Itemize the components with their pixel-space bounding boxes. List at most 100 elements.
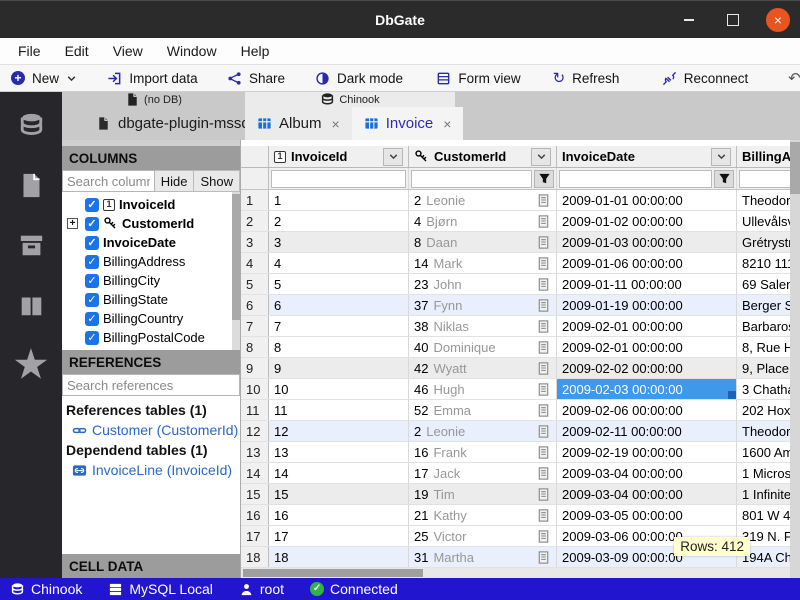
row-number[interactable]: 16: [241, 505, 269, 525]
minimize-button[interactable]: [678, 9, 700, 31]
open-reference-icon[interactable]: [536, 361, 551, 376]
checkbox-checked-icon[interactable]: ✓: [85, 331, 99, 345]
sidebar-book-icon[interactable]: [16, 290, 46, 320]
cell-billingaddress[interactable]: 69 Salem Street: [737, 274, 790, 294]
sidebar-file-icon[interactable]: [16, 170, 46, 200]
cell-customerid[interactable]: 46Hugh: [409, 379, 557, 399]
cell-invoicedate[interactable]: 2009-02-02 00:00:00: [557, 358, 737, 378]
row-number[interactable]: 6: [241, 295, 269, 315]
open-reference-icon[interactable]: [536, 550, 551, 565]
column-menu-button[interactable]: [711, 148, 731, 166]
column-menu-button[interactable]: [383, 148, 403, 166]
column-header-billingaddress[interactable]: BillingAddress: [737, 146, 790, 167]
column-item-billingstate[interactable]: ✓BillingState: [65, 290, 240, 309]
cell-invoicedate[interactable]: 2009-01-03 00:00:00: [557, 232, 737, 252]
cell-invoicedate[interactable]: 2009-01-01 00:00:00: [557, 190, 737, 210]
cell-billingaddress[interactable]: Grétrystraat 63: [737, 232, 790, 252]
column-header-invoiceid[interactable]: 1InvoiceId: [269, 146, 409, 167]
cell-customerid[interactable]: 2Leonie: [409, 190, 557, 210]
cell-billingaddress[interactable]: 9, Place Louis Barthou: [737, 358, 790, 378]
cell-customerid[interactable]: 21Kathy: [409, 505, 557, 525]
cell-customerid[interactable]: 17Jack: [409, 463, 557, 483]
cell-customerid[interactable]: 52Emma: [409, 400, 557, 420]
cell-customerid[interactable]: 40Dominique: [409, 337, 557, 357]
cell-invoiceid[interactable]: 1: [269, 190, 409, 210]
row-number[interactable]: 7: [241, 316, 269, 336]
menu-view[interactable]: View: [103, 41, 153, 61]
toolbar-reconnect-button[interactable]: Reconnect: [636, 65, 774, 91]
cell-invoicedate[interactable]: 2009-03-04 00:00:00: [557, 484, 737, 504]
open-reference-icon[interactable]: [536, 382, 551, 397]
cell-billingaddress[interactable]: 8, Rue Hanovre: [737, 337, 790, 357]
cell-billingaddress[interactable]: 8210 111 ST NW: [737, 253, 790, 273]
open-reference-icon[interactable]: [536, 403, 551, 418]
cell-invoicedate[interactable]: 2009-01-02 00:00:00: [557, 211, 737, 231]
cell-invoicedate[interactable]: 2009-02-19 00:00:00: [557, 442, 737, 462]
checkbox-checked-icon[interactable]: ✓: [85, 236, 99, 250]
status-mysql-local[interactable]: MySQL Local: [108, 581, 213, 597]
cell-billingaddress[interactable]: 202 Hoxton Street: [737, 400, 790, 420]
cell-customerid[interactable]: 25Victor: [409, 526, 557, 546]
column-item-invoicedate[interactable]: ✓InvoiceDate: [65, 233, 240, 252]
filter-input-invoicedate[interactable]: [559, 170, 712, 188]
column-header-customerid[interactable]: CustomerId: [409, 146, 557, 167]
search-references-input[interactable]: [62, 374, 240, 396]
sidebar-database-icon[interactable]: [16, 110, 46, 140]
row-number[interactable]: 5: [241, 274, 269, 294]
checkbox-checked-icon[interactable]: ✓: [85, 217, 99, 231]
cell-customerid[interactable]: 31Martha: [409, 547, 557, 567]
cell-invoiceid[interactable]: 12: [269, 421, 409, 441]
open-reference-icon[interactable]: [536, 214, 551, 229]
open-reference-icon[interactable]: [536, 256, 551, 271]
open-reference-icon[interactable]: [536, 298, 551, 313]
cell-billingaddress[interactable]: Theodor-Heuss-Straße 34: [737, 421, 790, 441]
cell-invoiceid[interactable]: 7: [269, 316, 409, 336]
menu-help[interactable]: Help: [231, 41, 280, 61]
cell-invoiceid[interactable]: 6: [269, 295, 409, 315]
row-number[interactable]: 9: [241, 358, 269, 378]
cell-billingaddress[interactable]: 1 Infinite Loop: [737, 484, 790, 504]
reference-link[interactable]: Customer (CustomerId): [66, 420, 240, 440]
cell-invoiceid[interactable]: 14: [269, 463, 409, 483]
cell-billingaddress[interactable]: 801 W 4th Street: [737, 505, 790, 525]
cell-invoicedate[interactable]: 2009-01-19 00:00:00: [557, 295, 737, 315]
menu-file[interactable]: File: [8, 41, 51, 61]
cell-invoicedate[interactable]: 2009-03-05 00:00:00: [557, 505, 737, 525]
sidebar-star-icon[interactable]: ★: [16, 350, 46, 380]
cell-invoiceid[interactable]: 3: [269, 232, 409, 252]
cell-billingaddress[interactable]: Theodor-Heuss-Straße 34: [737, 190, 790, 210]
filter-input-billingaddress[interactable]: [739, 170, 790, 188]
cell-billingaddress[interactable]: Ullevålsveien 14: [737, 211, 790, 231]
toolbar-refresh-button[interactable]: ↻Refresh: [536, 65, 636, 91]
cell-billingaddress[interactable]: Berger Straße 10: [737, 295, 790, 315]
open-reference-icon[interactable]: [536, 445, 551, 460]
open-reference-icon[interactable]: [536, 193, 551, 208]
cell-invoicedate[interactable]: 2009-02-01 00:00:00: [557, 316, 737, 336]
cell-customerid[interactable]: 42Wyatt: [409, 358, 557, 378]
status-chinook[interactable]: Chinook: [10, 581, 82, 597]
open-reference-icon[interactable]: [536, 277, 551, 292]
row-number[interactable]: 18: [241, 547, 269, 567]
cell-customerid[interactable]: 23John: [409, 274, 557, 294]
column-item-billingpostalcode[interactable]: ✓BillingPostalCode: [65, 328, 240, 347]
cell-invoicedate[interactable]: 2009-02-06 00:00:00: [557, 400, 737, 420]
maximize-button[interactable]: [722, 9, 744, 31]
row-number[interactable]: 8: [241, 337, 269, 357]
toolbar-import-data-button[interactable]: Import data: [90, 65, 215, 91]
status-root[interactable]: root: [239, 581, 284, 597]
cell-customerid[interactable]: 19Tim: [409, 484, 557, 504]
tab-close-icon[interactable]: ×: [332, 116, 340, 132]
filter-input-customerid[interactable]: [411, 170, 532, 188]
cell-billingaddress[interactable]: 3 Chatham Street: [737, 379, 790, 399]
menu-window[interactable]: Window: [157, 41, 227, 61]
toolbar-form-view-button[interactable]: Form view: [421, 65, 536, 91]
tab-close-icon[interactable]: ×: [443, 116, 451, 132]
cell-customerid[interactable]: 14Mark: [409, 253, 557, 273]
cell-customerid[interactable]: 38Niklas: [409, 316, 557, 336]
tab-invoice[interactable]: Invoice×: [352, 107, 464, 140]
column-item-customerid[interactable]: +✓CustomerId: [65, 214, 240, 233]
row-number[interactable]: 3: [241, 232, 269, 252]
open-reference-icon[interactable]: [536, 466, 551, 481]
columns-scrollbar[interactable]: [232, 192, 240, 350]
column-header-invoicedate[interactable]: InvoiceDate: [557, 146, 737, 167]
